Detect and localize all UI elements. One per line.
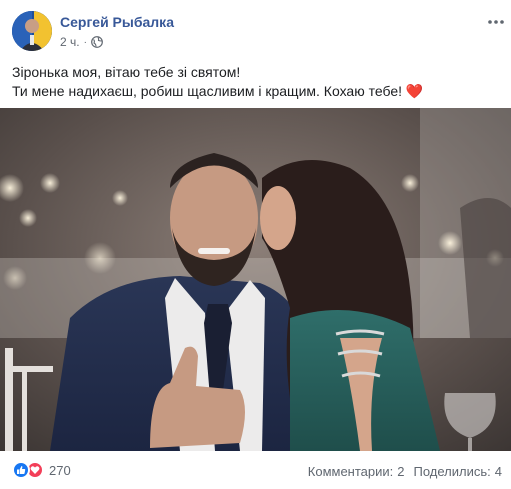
author-avatar[interactable] [12,11,52,51]
post-meta: 2 ч. · [60,35,103,49]
facebook-post: Сергей Рыбалка 2 ч. · Зіронька моя, віта… [0,0,511,489]
globe-icon[interactable] [91,36,103,48]
post-footer: 270 Комментарии: 2 Поделились: 4 [0,451,511,489]
post-photo[interactable] [0,108,511,451]
post-text: Зіронька моя, вітаю тебе зі святом! Ти м… [12,63,502,101]
reaction-count: 270 [49,462,71,478]
comments-link[interactable]: Комментарии: 2 [308,464,405,479]
comments-count: 2 [397,464,405,479]
post-time[interactable]: 2 ч. [60,35,80,49]
post-text-line-2: Ти мене надихаєш, робиш щасливим і кращи… [12,82,502,101]
engagement-stats: Комментарии: 2 Поделились: 4 [308,464,502,479]
reactions-summary[interactable]: 270 [12,461,71,479]
shares-label: Поделились: [413,464,491,479]
shares-count: 4 [494,464,502,479]
heart-emoji: ❤️ [405,83,424,99]
post-text-line-2-body: Ти мене надихаєш, робиш щасливим і кращи… [12,83,403,99]
comments-label: Комментарии: [307,464,394,479]
meta-separator: · [83,36,87,48]
shares-link[interactable]: Поделились: 4 [414,464,503,479]
like-icon [12,461,30,479]
more-options-icon[interactable] [486,12,506,32]
author-name[interactable]: Сергей Рыбалка [60,14,174,30]
post-text-line-1: Зіронька моя, вітаю тебе зі святом! [12,64,241,80]
